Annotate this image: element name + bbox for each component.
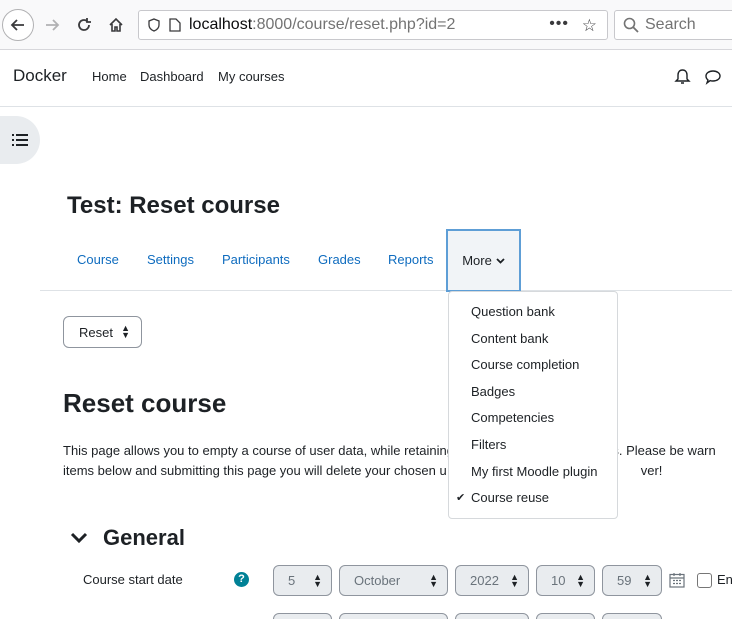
back-button[interactable]: [2, 9, 34, 41]
menu-item-course-reuse[interactable]: ✔ Course reuse: [449, 486, 617, 513]
general-section-header[interactable]: General: [70, 525, 185, 551]
list-icon: [12, 134, 28, 146]
url-host: localhost: [189, 16, 253, 33]
month-select[interactable]: October ▲ ▼: [339, 565, 448, 596]
site-brand[interactable]: Docker: [13, 66, 67, 86]
menu-item-badges[interactable]: Badges: [449, 380, 617, 407]
page-actions-icon[interactable]: •••: [549, 15, 569, 33]
menu-item-label: Course reuse: [471, 490, 550, 506]
menu-item-label: Filters: [471, 436, 507, 452]
tab-more[interactable]: More: [446, 229, 521, 292]
course-title: Test: Reset course: [67, 192, 280, 219]
course-reuse-select[interactable]: Reset ▲ ▼: [63, 316, 142, 348]
tab-grades[interactable]: Grades: [318, 252, 361, 267]
minute-value: 59: [617, 573, 632, 588]
day-select[interactable]: 5 ▲ ▼: [273, 565, 332, 596]
intro-line-1: This page allows you to empty a course o…: [63, 443, 454, 458]
chevron-down-icon: [496, 257, 505, 264]
tab-reports[interactable]: Reports: [388, 252, 434, 267]
hour-select[interactable]: [536, 613, 595, 619]
minute-select[interactable]: 59 ▲ ▼: [602, 565, 662, 596]
enable-label: Enable: [717, 572, 732, 587]
page-heading: Reset course: [63, 388, 227, 418]
menu-item-label: Content bank: [471, 330, 549, 346]
url-bar[interactable]: localhost:8000/course/reset.php?id=2 •••…: [138, 10, 608, 40]
arrow-right-icon: [46, 19, 60, 31]
menu-item-label: Badges: [471, 383, 516, 399]
calendar-icon[interactable]: [669, 572, 685, 588]
menu-item-question-bank[interactable]: Question bank: [449, 300, 617, 327]
nav-dashboard[interactable]: Dashboard: [140, 69, 204, 84]
day-value: 5: [288, 573, 296, 588]
select-arrows-icon: ▲ ▼: [313, 572, 322, 589]
forward-button[interactable]: [36, 9, 68, 41]
home-icon: [109, 17, 123, 32]
browser-search-input[interactable]: Search: [614, 10, 732, 40]
intro-text: This page allows you to empty a course o…: [63, 441, 732, 481]
help-icon[interactable]: ?: [234, 572, 249, 587]
menu-item-label: My first Moodle plugin: [471, 463, 598, 479]
url-path: :8000/course/reset.php?id=2: [252, 16, 456, 33]
year-value: 2022: [470, 573, 499, 588]
menu-item-content-bank[interactable]: Content bank: [449, 327, 617, 354]
menu-item-course-completion[interactable]: Course completion: [449, 353, 617, 380]
browser-toolbar: localhost:8000/course/reset.php?id=2 •••…: [0, 0, 732, 50]
notifications-bell-icon[interactable]: [674, 68, 691, 86]
hour-value: 10: [551, 573, 566, 588]
select-value: Reset: [79, 324, 113, 340]
enable-checkbox[interactable]: [697, 573, 712, 588]
select-arrows-icon: ▲ ▼: [576, 572, 585, 589]
general-heading: General: [103, 525, 185, 550]
tab-settings[interactable]: Settings: [147, 252, 194, 267]
intro-line-2-end: ver!: [640, 463, 663, 478]
url-text[interactable]: localhost:8000/course/reset.php?id=2: [189, 16, 455, 34]
course-index-toggle[interactable]: [0, 116, 40, 164]
tab-course[interactable]: Course: [77, 252, 119, 267]
select-arrows-icon: ▲ ▼: [121, 323, 130, 340]
day-select[interactable]: [273, 613, 332, 619]
search-placeholder: Search: [645, 16, 696, 33]
reload-icon: [78, 18, 91, 31]
chevron-down-icon: [70, 532, 88, 544]
page-info-icon[interactable]: [169, 18, 181, 32]
tab-more-label: More: [462, 253, 492, 268]
bookmark-star-icon[interactable]: ☆: [582, 16, 597, 36]
menu-item-filters[interactable]: Filters: [449, 433, 617, 460]
tab-participants[interactable]: Participants: [222, 252, 290, 267]
more-dropdown-menu: Question bank Content bank Course comple…: [448, 291, 618, 519]
menu-item-label: Competencies: [471, 410, 555, 426]
shield-icon[interactable]: [147, 18, 161, 32]
year-select[interactable]: 2022 ▲ ▼: [455, 565, 529, 596]
select-arrows-icon: ▲ ▼: [510, 572, 519, 589]
month-value: October: [354, 573, 401, 588]
intro-line-2: items below and submitting this page you…: [63, 463, 447, 478]
nav-my-courses[interactable]: My courses: [218, 69, 284, 84]
course-start-date-label: Course start date: [83, 572, 183, 587]
arrow-left-icon: [10, 19, 24, 31]
year-select[interactable]: [455, 613, 529, 619]
search-icon: [623, 17, 639, 33]
minute-select[interactable]: [602, 613, 662, 619]
menu-item-my-first-moodle-plugin[interactable]: My first Moodle plugin: [449, 460, 617, 487]
menu-item-label: Course completion: [471, 357, 580, 373]
home-button[interactable]: [100, 9, 132, 41]
nav-home[interactable]: Home: [92, 69, 127, 84]
messages-chat-icon[interactable]: [704, 69, 722, 85]
menu-item-competencies[interactable]: Competencies: [449, 406, 617, 433]
hour-select[interactable]: 10 ▲ ▼: [536, 565, 595, 596]
checkmark-icon: ✔: [456, 492, 466, 505]
menu-item-label: Question bank: [471, 304, 555, 319]
select-arrows-icon: ▲ ▼: [643, 572, 652, 589]
secondary-navigation: Course Settings Participants Grades Repo…: [40, 229, 732, 292]
reload-button[interactable]: [68, 9, 100, 41]
site-navbar: Docker Home Dashboard My courses: [0, 50, 732, 107]
select-arrows-icon: ▲ ▼: [429, 572, 438, 589]
month-select[interactable]: [339, 613, 448, 619]
